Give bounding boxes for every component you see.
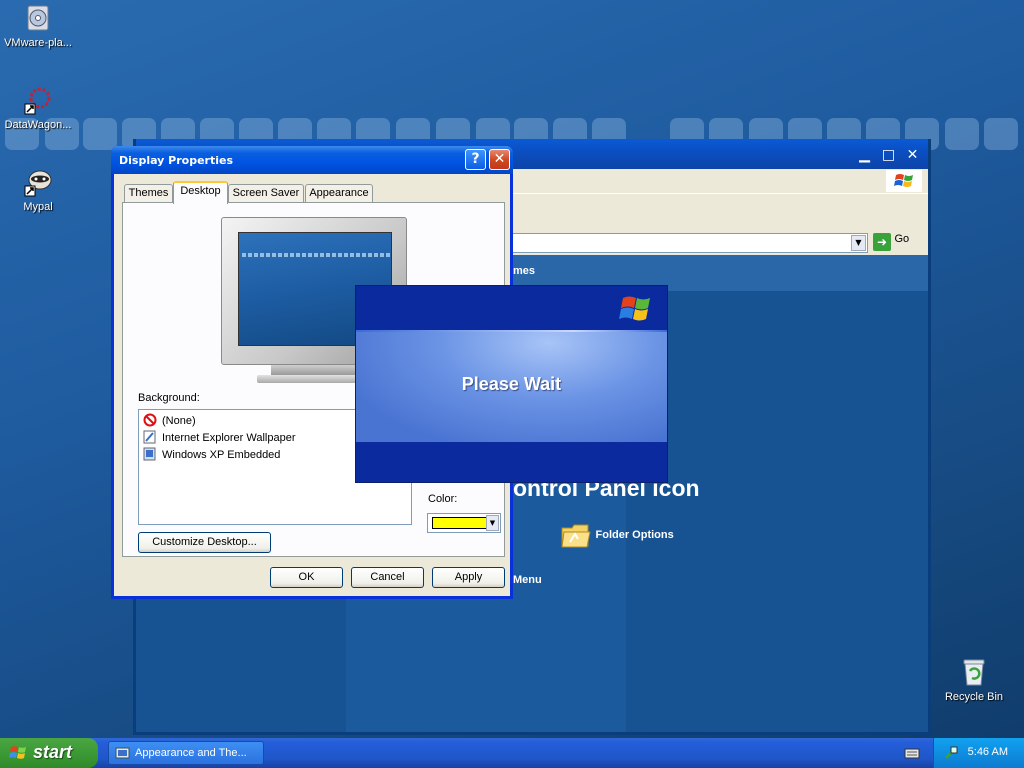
taskbar-item-label: Appearance and The... — [135, 747, 247, 759]
background-label: Background: — [138, 392, 200, 404]
image-file-icon — [143, 447, 156, 461]
desktop-icon-datawagon[interactable]: DataWagon... — [0, 84, 76, 131]
chevron-down-icon[interactable]: ▼ — [851, 235, 866, 251]
chevron-down-icon: ▼ — [486, 515, 499, 531]
cancel-button[interactable]: Cancel — [351, 567, 424, 588]
folder-options-link[interactable]: Folder Options — [560, 520, 674, 550]
dialog-title: Display Properties — [119, 154, 234, 167]
band-text: mes — [513, 265, 536, 277]
list-item-label: Internet Explorer Wallpaper — [162, 432, 296, 444]
tab-themes[interactable]: Themes — [124, 184, 173, 203]
windows-flag-icon — [9, 746, 26, 759]
keyboard-icon[interactable] — [904, 747, 920, 760]
tab-appearance[interactable]: Appearance — [305, 184, 373, 203]
system-tray: 5:46 AM — [933, 738, 1024, 768]
desktop-icon-vmware[interactable]: VMware-pla... — [0, 2, 76, 49]
dialog-titlebar[interactable]: Display Properties ? ✕ — [111, 146, 513, 174]
desktop-icon-label: DataWagon... — [4, 119, 72, 131]
address-input[interactable]: ▼ — [496, 233, 868, 253]
list-item-label: Windows XP Embedded — [162, 449, 281, 461]
none-icon — [143, 413, 157, 427]
start-label: start — [33, 742, 73, 762]
taskbar: start Appearance and The... 5:46 AM — [0, 738, 1024, 768]
color-label: Color: — [428, 493, 458, 505]
taskbar-item-appearance[interactable]: Appearance and The... — [108, 741, 264, 765]
image-file-icon — [143, 430, 156, 444]
datawagon-icon — [24, 87, 51, 115]
installer-disc-icon — [27, 5, 49, 31]
tab-desktop[interactable]: Desktop — [173, 181, 228, 204]
ok-button[interactable]: OK — [270, 567, 343, 588]
windows-logo-icon — [886, 170, 922, 192]
maximize-button[interactable]: □ — [878, 145, 899, 166]
go-label: Go — [894, 233, 910, 245]
please-wait-header — [356, 286, 667, 330]
please-wait-dialog: Please Wait — [355, 285, 668, 483]
go-arrow-icon: ➜ — [873, 233, 891, 251]
windows-flag-icon — [619, 296, 650, 321]
please-wait-text: Please Wait — [461, 374, 562, 394]
desktop-icon-mypal[interactable]: Mypal — [0, 166, 76, 213]
desktop-icon-recycle-bin[interactable]: Recycle Bin — [936, 656, 1012, 703]
customize-desktop-button[interactable]: Customize Desktop... — [138, 532, 271, 553]
go-button[interactable]: ➜ Go — [873, 233, 917, 253]
desktop-icon-label: Recycle Bin — [944, 691, 1004, 703]
tab-screen-saver[interactable]: Screen Saver — [228, 184, 304, 203]
list-item[interactable]: (None) — [143, 413, 196, 429]
close-button[interactable]: ✕ — [489, 149, 510, 170]
list-item-label: (None) — [162, 415, 196, 427]
mypal-raccoon-icon — [24, 170, 52, 197]
close-button[interactable]: ✕ — [902, 145, 923, 166]
folder-options-icon — [561, 524, 591, 548]
color-swatch — [432, 517, 488, 529]
apply-button[interactable]: Apply — [432, 567, 505, 588]
color-picker[interactable]: ▼ — [427, 513, 501, 533]
folder-options-label: Folder Options — [595, 529, 674, 541]
clock[interactable]: 5:46 AM — [968, 746, 1008, 758]
please-wait-footer — [356, 442, 667, 482]
help-button[interactable]: ? — [465, 149, 486, 170]
list-item[interactable]: Windows XP Embedded — [143, 447, 280, 463]
desktop-icon-label: Mypal — [23, 201, 53, 213]
control-panel-icon — [115, 747, 130, 759]
minimize-button[interactable]: ▁ — [854, 145, 875, 166]
desktop-icon-label: VMware-pla... — [4, 37, 72, 49]
list-item[interactable]: Internet Explorer Wallpaper — [143, 430, 296, 446]
start-button[interactable]: start — [0, 738, 98, 768]
recycle-bin-icon — [963, 659, 985, 686]
safely-remove-hardware-icon[interactable] — [943, 745, 959, 761]
menu-label: Menu — [513, 574, 542, 586]
